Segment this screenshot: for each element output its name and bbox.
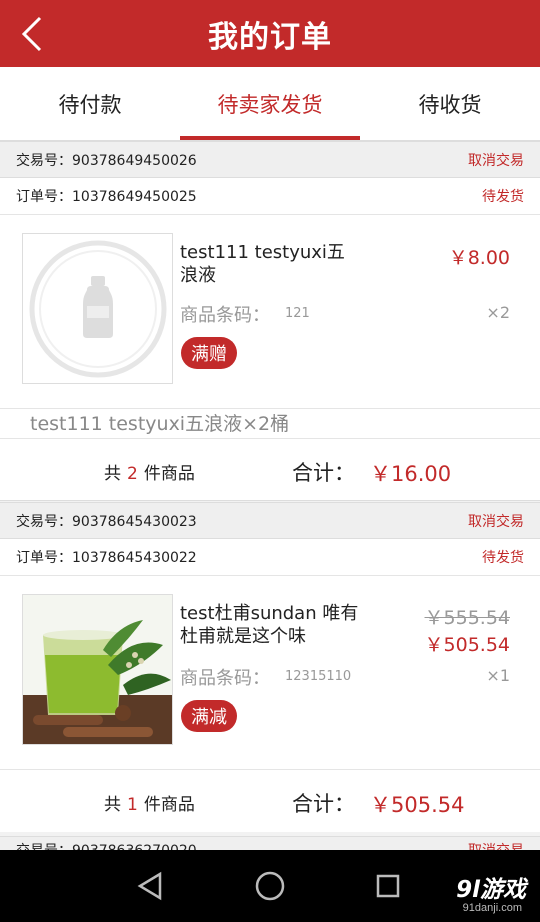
barcode-value: 121 xyxy=(285,306,310,321)
nav-back-button[interactable] xyxy=(130,868,170,904)
circle-home-icon xyxy=(255,871,285,901)
cancel-trade-button[interactable]: 取消交易 xyxy=(468,840,524,850)
order-row: 订单号：10378645430022 待发货 xyxy=(0,539,540,576)
order-summary: 共 1 件商品 合计： ￥505.54 xyxy=(0,770,540,832)
triangle-back-icon xyxy=(137,871,162,901)
trade-number: 交易号：90378649450026 xyxy=(16,152,197,169)
nav-home-button[interactable] xyxy=(250,868,290,904)
product-item[interactable]: test111 testyuxi五浪液 ￥8.00 商品条码： 121 ×2 满… xyxy=(0,215,540,409)
system-nav-bar: 9l游戏 91danji.com xyxy=(0,850,540,922)
barcode-label: 商品条码： xyxy=(180,305,270,326)
order-number: 订单号：10378649450025 xyxy=(16,189,197,205)
cancel-trade-button[interactable]: 取消交易 xyxy=(468,511,524,531)
trade-number: 交易号：90378636270020 xyxy=(16,840,197,850)
original-price: ￥555.54 xyxy=(424,607,510,629)
nav-recent-button[interactable] xyxy=(368,868,408,904)
total-label: 合计： xyxy=(292,792,355,816)
total-label: 合计： xyxy=(292,461,355,485)
barcode-label: 商品条码： xyxy=(180,668,270,689)
order-status: 待发货 xyxy=(482,550,524,566)
trade-row: 交易号：90378645430023 取消交易 xyxy=(0,502,540,539)
page-title: 我的订单 xyxy=(208,19,332,55)
chevron-left-icon xyxy=(21,16,42,52)
tab-pending-payment[interactable]: 待付款 xyxy=(0,67,180,140)
gift-note: test111 testyuxi五浪液×2桶 xyxy=(0,409,540,439)
promo-badge: 满减 xyxy=(181,700,237,732)
order-card: 交易号：90378649450026 取消交易 订单号：103786494500… xyxy=(0,141,540,501)
app-header: 我的订单 xyxy=(0,0,540,67)
watermark-url: 91danji.com xyxy=(462,902,522,914)
item-count: 共 1 件商品 xyxy=(104,795,195,815)
order-card: 交易号：90378645430023 取消交易 订单号：103786454300… xyxy=(0,502,540,832)
total-amount: ￥16.00 xyxy=(370,462,452,486)
product-image-placeholder xyxy=(22,233,173,384)
product-price: ￥505.54 xyxy=(424,634,510,656)
order-summary: 共 2 件商品 合计： ￥16.00 xyxy=(0,439,540,501)
item-count-number: 1 xyxy=(127,795,138,815)
cancel-trade-button[interactable]: 取消交易 xyxy=(468,150,524,170)
total-amount: ￥505.54 xyxy=(370,793,465,817)
product-quantity: ×2 xyxy=(486,303,510,322)
product-image xyxy=(22,594,173,745)
promo-badge: 满赠 xyxy=(181,337,237,369)
tab-pending-receipt[interactable]: 待收货 xyxy=(360,67,540,140)
product-item[interactable]: test杜甫sundan 唯有杜甫就是这个味 ￥555.54 ￥505.54 商… xyxy=(0,576,540,770)
order-row: 订单号：10378649450025 待发货 xyxy=(0,178,540,215)
trade-row: 交易号：90378649450026 取消交易 xyxy=(0,141,540,178)
order-number: 订单号：10378645430022 xyxy=(16,550,197,566)
item-count: 共 2 件商品 xyxy=(104,464,195,484)
next-trade-row: 交易号：90378636270020 取消交易 xyxy=(0,836,540,850)
barcode-value: 12315110 xyxy=(285,669,352,684)
product-quantity: ×1 xyxy=(486,666,510,685)
product-name: test杜甫sundan 唯有杜甫就是这个味 xyxy=(180,603,359,647)
watermark-brand: 9l游戏 xyxy=(456,877,526,903)
tab-pending-shipment[interactable]: 待卖家发货 xyxy=(180,67,360,140)
back-button[interactable] xyxy=(12,12,52,56)
order-tabs: 待付款 待卖家发货 待收货 xyxy=(0,67,540,141)
square-recent-icon xyxy=(376,874,400,898)
product-name: test111 testyuxi五浪液 xyxy=(180,242,345,286)
product-price: ￥8.00 xyxy=(448,247,510,269)
order-status: 待发货 xyxy=(482,189,524,205)
item-count-number: 2 xyxy=(127,464,138,484)
trade-number: 交易号：90378645430023 xyxy=(16,513,197,530)
